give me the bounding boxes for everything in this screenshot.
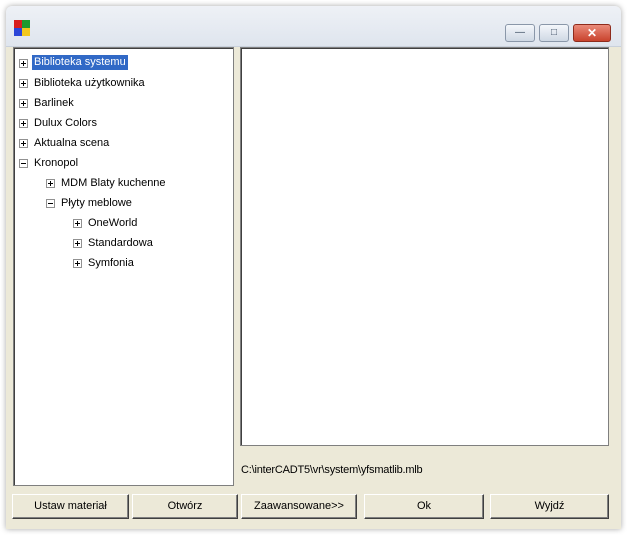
expand-icon[interactable] — [73, 239, 82, 248]
close-icon: ✕ — [586, 26, 598, 40]
tree-item-label: Dulux Colors — [34, 117, 97, 129]
expand-icon[interactable] — [19, 79, 28, 88]
tree-item-label: MDM Blaty kuchenne — [61, 177, 166, 189]
tree-item-label: Biblioteka użytkownika — [34, 77, 145, 89]
advanced-button[interactable]: Zaawansowane>> — [241, 494, 357, 519]
expand-icon[interactable] — [19, 59, 28, 68]
maximize-icon: □ — [550, 27, 558, 38]
close-button[interactable]: ✕ — [573, 24, 611, 42]
expand-icon[interactable] — [19, 139, 28, 148]
set-material-button[interactable]: Ustaw materiał — [12, 494, 129, 519]
tree-item-label: Płyty meblowe — [61, 197, 132, 209]
collapse-icon[interactable] — [19, 159, 28, 168]
collapse-icon[interactable] — [46, 199, 55, 208]
tree-item-label: Kronopol — [34, 157, 79, 169]
expand-icon[interactable] — [73, 219, 82, 228]
ok-button[interactable]: Ok — [364, 494, 484, 519]
expand-icon[interactable] — [19, 99, 28, 108]
title-bar[interactable]: — □ ✕ — [6, 6, 621, 47]
minimize-button[interactable]: — — [505, 24, 535, 42]
expand-icon[interactable] — [19, 119, 28, 128]
exit-button[interactable]: Wyjdź — [490, 494, 609, 519]
expand-icon[interactable] — [73, 259, 82, 268]
library-tree[interactable]: Biblioteka systemu Biblioteka użytkownika… — [13, 47, 234, 486]
app-icon — [14, 20, 30, 36]
material-preview-pane[interactable] — [240, 47, 609, 446]
minimize-icon: — — [515, 27, 525, 38]
tree-item-label: Standardowa — [88, 237, 153, 249]
tree-item-label: OneWorld — [88, 217, 138, 229]
tree-item-label: Biblioteka systemu — [32, 55, 128, 70]
open-button[interactable]: Otwórz — [132, 494, 238, 519]
expand-icon[interactable] — [46, 179, 55, 188]
tree-item-label: Symfonia — [88, 257, 134, 269]
library-path-label: C:\interCADT5\vr\system\yfsmatlib.mlb — [241, 464, 423, 476]
tree-item-label: Barlinek — [34, 97, 74, 109]
tree-item-label: Aktualna scena — [34, 137, 110, 149]
maximize-button[interactable]: □ — [539, 24, 569, 42]
